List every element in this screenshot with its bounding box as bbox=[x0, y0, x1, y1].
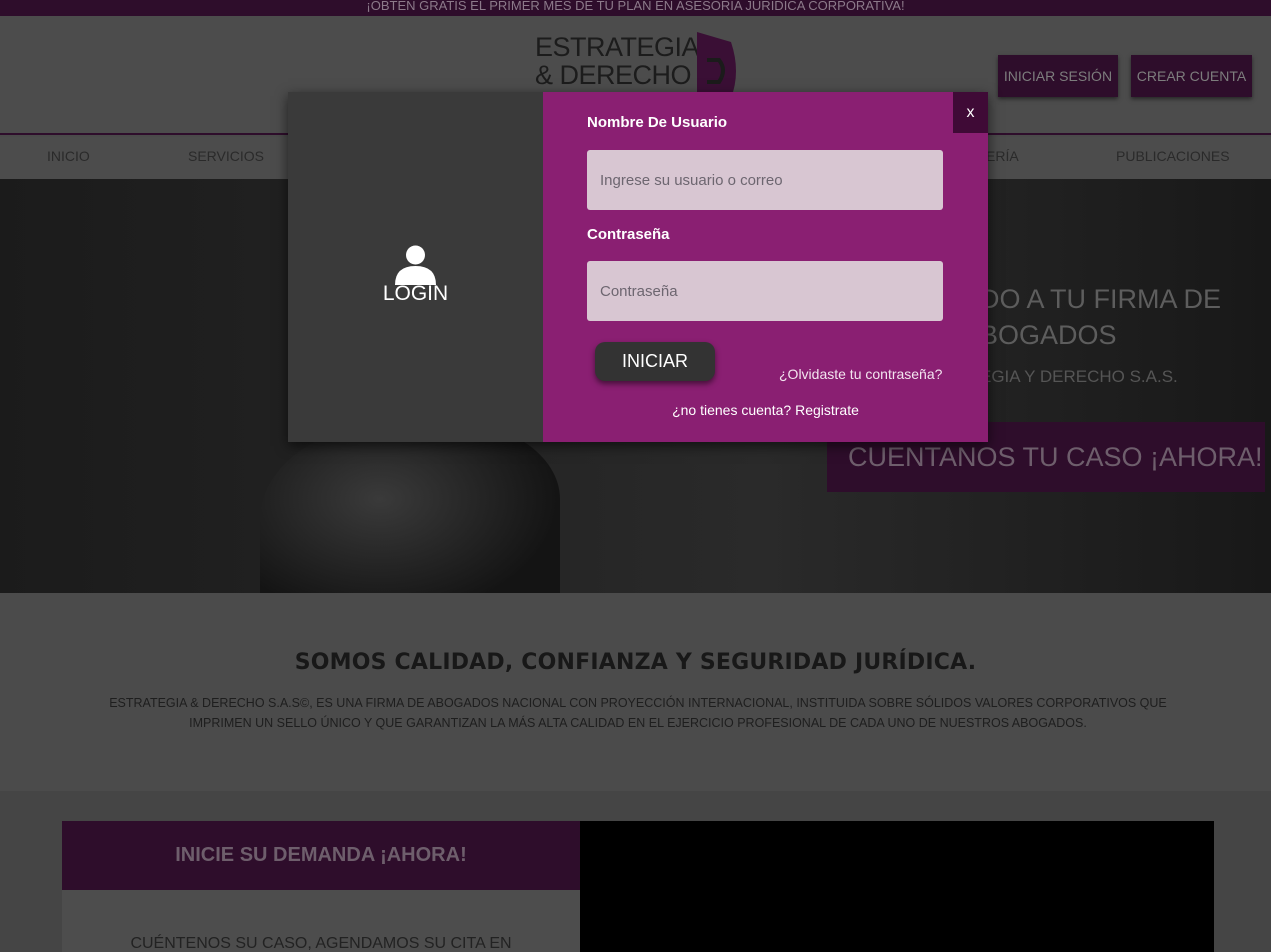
hero-title-line2: BOGADOS bbox=[980, 320, 1117, 350]
hero-title-line1: DO A TU FIRMA DE bbox=[980, 284, 1222, 314]
demand-heading: INICIE SU DEMANDA ¡AHORA! bbox=[62, 821, 580, 890]
nav-item-galeria[interactable]: ERÍA bbox=[986, 137, 1019, 179]
header-login-button[interactable]: INICIAR SESIÓN bbox=[998, 55, 1118, 97]
demand-card: INICIE SU DEMANDA ¡AHORA! CUÉNTENOS SU C… bbox=[62, 821, 580, 952]
login-title: LOGIN bbox=[382, 282, 449, 305]
logo-line1: ESTRATEGIA bbox=[535, 32, 700, 62]
video-panel[interactable] bbox=[580, 821, 1214, 952]
user-icon bbox=[395, 245, 436, 285]
about-text: ESTRATEGIA & DERECHO S.A.S©, ES UNA FIRM… bbox=[109, 696, 1167, 730]
promo-bar: ¡OBTEN GRATIS EL PRIMER MES DE TU PLAN E… bbox=[0, 0, 1271, 16]
justice-statue-image bbox=[260, 419, 560, 593]
login-modal-side: LOGIN bbox=[288, 92, 543, 442]
nav-item-inicio[interactable]: INICIO bbox=[47, 137, 90, 181]
nav-item-publicaciones[interactable]: PUBLICACIONES bbox=[1116, 137, 1230, 179]
no-account-text: ¿no tienes cuenta? bbox=[672, 402, 792, 418]
username-label: Nombre De Usuario bbox=[587, 114, 728, 131]
password-label: Contraseña bbox=[587, 226, 670, 243]
header-create-account-button[interactable]: CREAR CUENTA bbox=[1131, 55, 1252, 97]
forgot-password-link[interactable]: ¿Olvidaste tu contraseña? bbox=[779, 366, 942, 382]
login-form: x Nombre De Usuario Contraseña INICIAR ¿… bbox=[543, 92, 988, 442]
nav-item-servicios[interactable]: SERVICIOS bbox=[188, 137, 264, 179]
close-button[interactable]: x bbox=[953, 92, 988, 133]
hero-title: DO A TU FIRMA DE BOGADOS bbox=[980, 281, 1260, 353]
about-heading: SOMOS CALIDAD, CONFIANZA Y SEGURIDAD JUR… bbox=[294, 650, 977, 675]
hero-subtitle: EGIA Y DERECHO S.A.S. bbox=[980, 367, 1178, 386]
username-input[interactable] bbox=[587, 150, 943, 210]
logo-line2: & DERECHO bbox=[535, 60, 692, 90]
password-input[interactable] bbox=[587, 261, 943, 321]
register-link[interactable]: Registrate bbox=[795, 402, 859, 418]
login-modal: LOGIN x Nombre De Usuario Contraseña INI… bbox=[288, 92, 988, 442]
no-account-row: ¿no tienes cuenta? Registrate bbox=[543, 402, 988, 418]
about-section: SOMOS CALIDAD, CONFIANZA Y SEGURIDAD JUR… bbox=[0, 593, 1271, 791]
demand-text: CUÉNTENOS SU CASO, AGENDAMOS SU CITA EN bbox=[130, 935, 512, 952]
login-submit-button[interactable]: INICIAR bbox=[595, 342, 715, 381]
promo-text: ¡OBTEN GRATIS EL PRIMER MES DE TU PLAN E… bbox=[366, 0, 905, 13]
demand-section: INICIE SU DEMANDA ¡AHORA! CUÉNTENOS SU C… bbox=[0, 791, 1271, 952]
